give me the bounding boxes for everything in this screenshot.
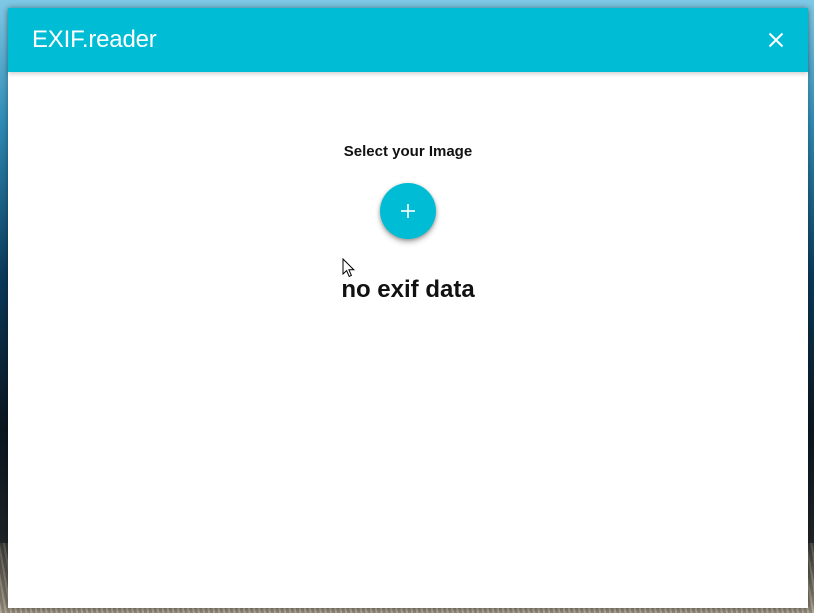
select-image-label: Select your Image: [343, 143, 473, 160]
close-icon: [768, 32, 784, 48]
app-title: EXIF.reader: [32, 26, 157, 53]
close-button[interactable]: [760, 24, 792, 56]
app-window: EXIF.reader Select your Image no exif da…: [8, 8, 808, 608]
plus-icon: [401, 204, 415, 218]
exif-status-text: no exif data: [341, 276, 475, 303]
title-bar: EXIF.reader: [8, 8, 808, 72]
main-content: Select your Image no exif data: [8, 72, 808, 608]
add-image-button[interactable]: [380, 183, 436, 239]
